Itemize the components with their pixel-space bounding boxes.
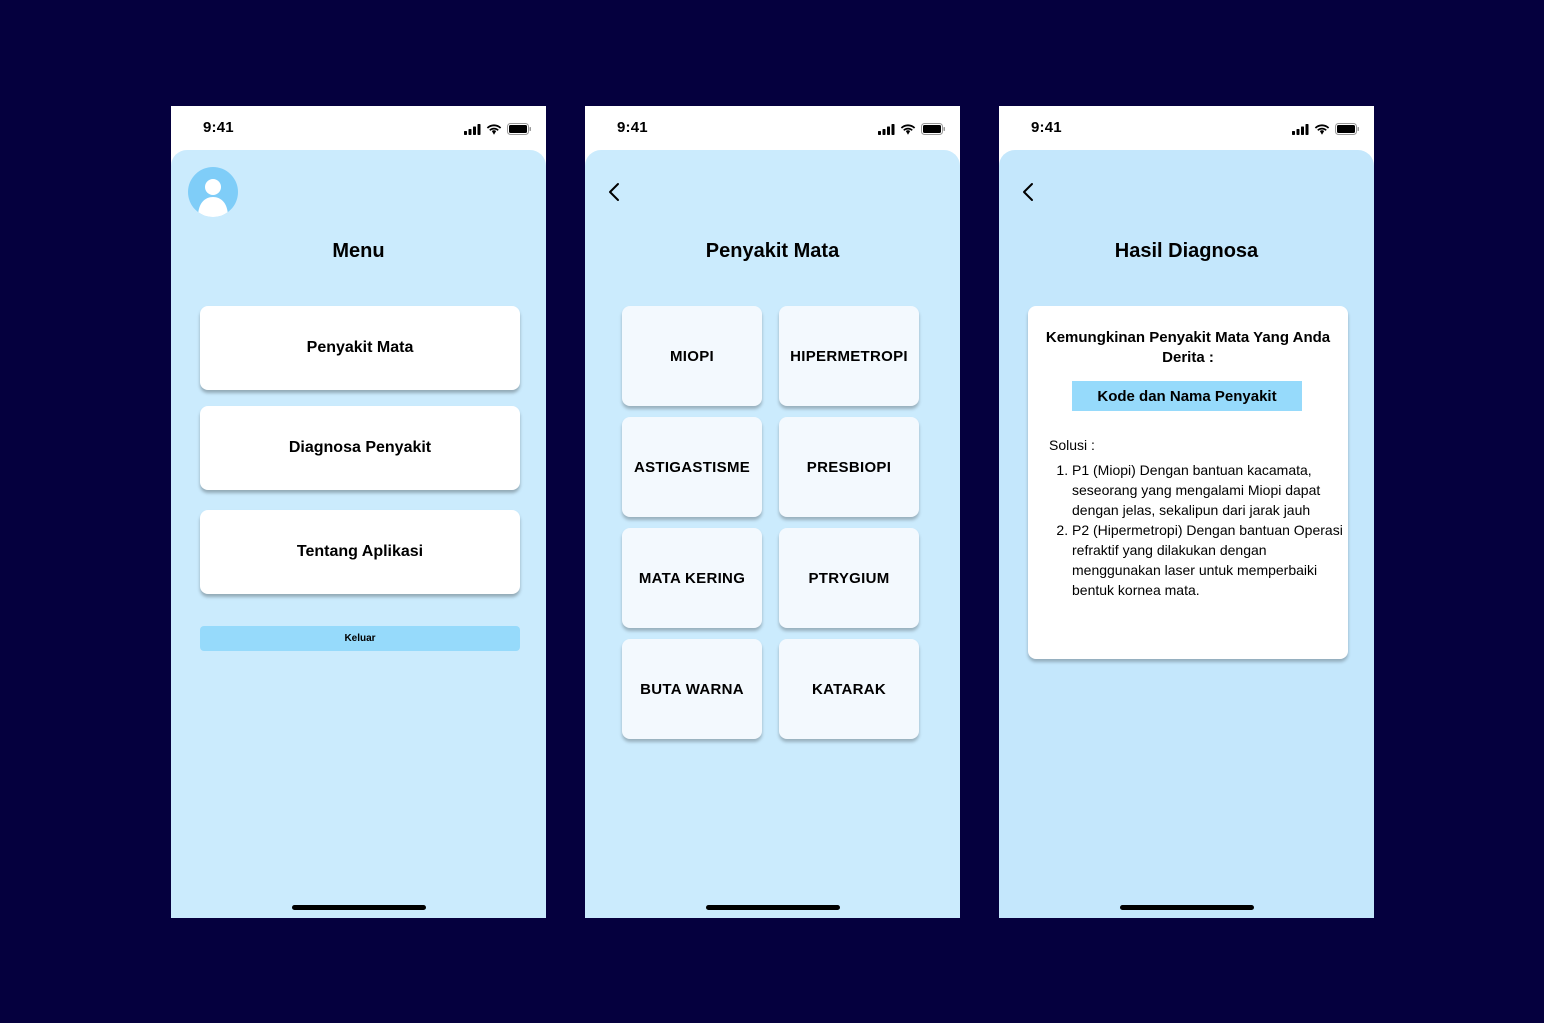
phone-result-screen: 9:41 Hasil Diagnosa Kemungkinan Penyakit… [999,106,1374,918]
avatar[interactable] [188,167,238,217]
chevron-left-icon [1023,183,1033,201]
status-bar: 9:41 [171,106,546,150]
wifi-icon [486,122,502,140]
menu-item-label: Tentang Aplikasi [296,543,424,560]
disease-tile-buta-warna[interactable]: BUTA WARNA [622,639,762,739]
logout-button[interactable]: Keluar [200,626,520,651]
result-heading: Kemungkinan Penyakit Mata Yang Anda Deri… [1045,329,1331,366]
disease-tile-hipermetropi[interactable]: HIPERMETROPI [779,306,919,406]
menu-item-diagnosa-penyakit[interactable]: Diagnosa Penyakit [200,406,520,490]
result-content: Hasil Diagnosa Kemungkinan Penyakit Mata… [999,150,1374,918]
page-title: Menu [332,240,385,262]
signal-icon [1292,122,1309,140]
status-time: 9:41 [617,119,648,136]
menu-item-tentang-aplikasi[interactable]: Tentang Aplikasi [200,510,520,594]
solusi-item: P2 (Hipermetropi) Dengan bantuan Operasi… [1072,520,1352,600]
menu-item-label: Diagnosa Penyakit [288,439,432,456]
disease-tile-presbiopi[interactable]: PRESBIOPI [779,417,919,517]
status-bar: 9:41 [585,106,960,150]
disease-tile-miopi[interactable]: MIOPI [622,306,762,406]
menu-content: Menu Penyakit Mata Diagnosa Penyakit Ten… [171,150,546,918]
status-icons [878,122,946,140]
status-bar: 9:41 [999,106,1374,150]
status-time: 9:41 [1031,119,1062,136]
battery-icon [921,122,946,140]
logout-label: Keluar [344,633,376,644]
home-indicator [1120,905,1254,910]
signal-icon [878,122,895,140]
wifi-icon [900,122,916,140]
menu-item-penyakit-mata[interactable]: Penyakit Mata [200,306,520,390]
solusi-list: P1 (Miopi) Dengan bantuan kacamata, sese… [1049,460,1352,600]
solusi-label: Solusi : [1049,437,1095,453]
status-icons [1292,122,1360,140]
battery-icon [1335,122,1360,140]
status-time: 9:41 [203,119,234,136]
signal-icon [464,122,481,140]
disease-content: Penyakit Mata MIOPI HIPERMETROPI ASTIGAS… [585,150,960,918]
disease-tile-mata-kering[interactable]: MATA KERING [622,528,762,628]
home-indicator [292,905,426,910]
chevron-left-icon [609,183,619,201]
disease-tile-astigastisme[interactable]: ASTIGASTISME [622,417,762,517]
user-icon [198,179,228,217]
back-button[interactable] [603,180,627,204]
solusi-item: P1 (Miopi) Dengan bantuan kacamata, sese… [1072,460,1352,520]
home-indicator [706,905,840,910]
disease-tile-ptrygium[interactable]: PTRYGIUM [779,528,919,628]
back-button[interactable] [1017,180,1041,204]
phone-disease-list-screen: 9:41 Penyakit Mata MIOPI HIPERMETROPI AS… [585,106,960,918]
result-card: Kemungkinan Penyakit Mata Yang Anda Deri… [1028,306,1348,659]
wifi-icon [1314,122,1330,140]
menu-item-label: Penyakit Mata [306,339,414,356]
phone-menu-screen: 9:41 Menu Penyakit Mata Diagnosa Penyaki… [171,106,546,918]
page-title: Hasil Diagnosa [1114,240,1259,262]
page-title: Penyakit Mata [705,240,840,262]
disease-tile-katarak[interactable]: KATARAK [779,639,919,739]
status-icons [464,122,532,140]
battery-icon [507,122,532,140]
result-code-badge: Kode dan Nama Penyakit [1072,381,1302,411]
